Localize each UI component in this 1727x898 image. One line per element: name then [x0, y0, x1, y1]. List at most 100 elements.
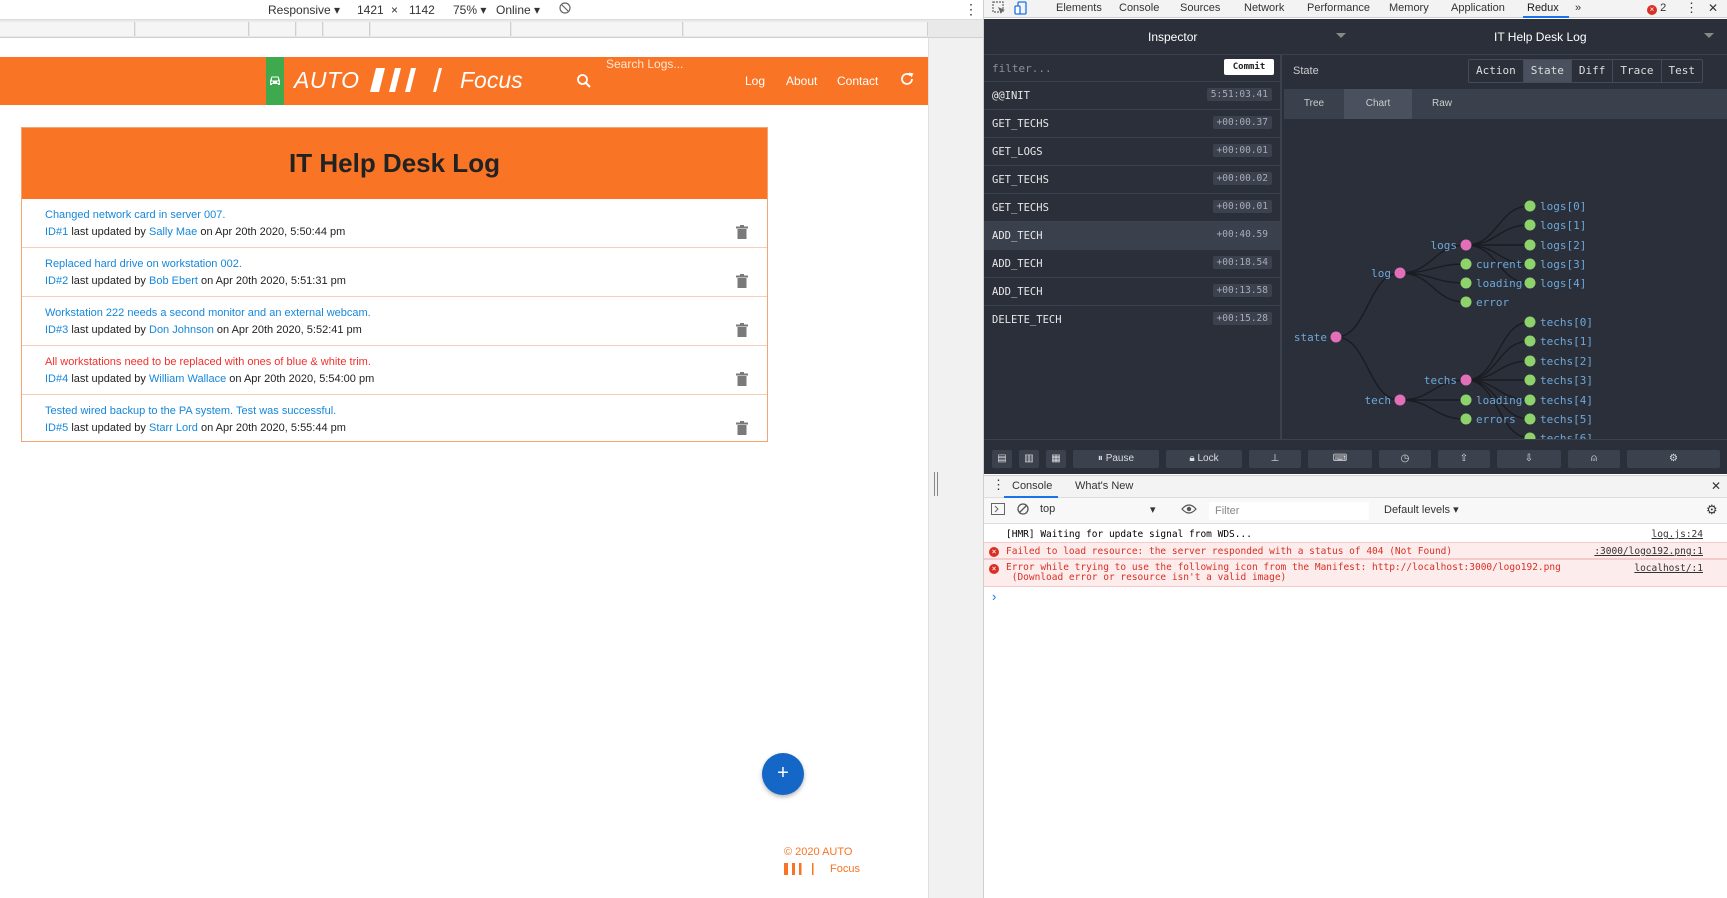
sidebar-toggle-icon[interactable]	[991, 503, 1005, 518]
trash-icon[interactable]	[736, 323, 748, 337]
drawer-tab-console[interactable]: Console	[1012, 480, 1052, 492]
log-child-node[interactable]	[1460, 296, 1472, 308]
tab-chart[interactable]: Chart	[1344, 89, 1412, 119]
throttle-select[interactable]: Online ▾	[496, 3, 540, 17]
remote-icon[interactable]: ⍝	[1568, 450, 1620, 468]
tab-trace[interactable]: Trace	[1613, 60, 1662, 82]
context-select[interactable]: top ▾	[1040, 503, 1156, 516]
device-select[interactable]: Responsive ▾	[268, 3, 340, 17]
techs-item-node[interactable]	[1524, 394, 1536, 406]
console-settings-icon[interactable]: ⚙	[1706, 502, 1718, 518]
rotate-icon[interactable]	[558, 1, 572, 18]
tech-child-node[interactable]	[1460, 374, 1472, 386]
logs-item-node[interactable]	[1524, 239, 1536, 251]
tab-memory[interactable]: Memory	[1389, 2, 1429, 14]
close-drawer-icon[interactable]: ✕	[1711, 479, 1721, 493]
action-item[interactable]: @@INIT 5:51:03.41	[984, 81, 1280, 109]
slider-icon[interactable]: ◷	[1379, 450, 1431, 468]
tab-console[interactable]: Console	[1119, 2, 1159, 14]
error-counter[interactable]: × 2	[1647, 2, 1666, 15]
height-field[interactable]: 1142	[409, 3, 435, 17]
techs-item-node[interactable]	[1524, 335, 1536, 347]
drawer-menu-icon[interactable]: ⋮	[992, 477, 1005, 493]
console-error-source[interactable]: localhost/:1	[1634, 563, 1703, 574]
zoom-select[interactable]: 75% ▾	[453, 3, 486, 17]
action-item[interactable]: ADD_TECH +00:40.59	[984, 221, 1280, 249]
logs-item-node[interactable]	[1524, 200, 1536, 212]
console-filter-input[interactable]	[1209, 502, 1369, 520]
trash-icon[interactable]	[736, 225, 748, 239]
action-filter-input[interactable]	[992, 60, 1202, 76]
dock-left-icon[interactable]: ▤	[992, 450, 1012, 468]
tab-sources[interactable]: Sources	[1180, 2, 1220, 14]
tab-state[interactable]: State	[1523, 60, 1572, 82]
logs-item-node[interactable]	[1524, 258, 1536, 270]
dispatcher-icon[interactable]: ⌨	[1308, 450, 1372, 468]
logs-item-node[interactable]	[1524, 219, 1536, 231]
tab-elements[interactable]: Elements	[1056, 2, 1102, 14]
techs-item-node[interactable]	[1524, 316, 1536, 328]
more-options-icon[interactable]: ⋮	[964, 1, 978, 18]
brand-auto-text[interactable]: AUTO	[294, 67, 359, 94]
tab-tree[interactable]: Tree	[1284, 89, 1344, 119]
trash-icon[interactable]	[736, 274, 748, 288]
search-icon[interactable]	[576, 73, 592, 89]
log-node[interactable]	[1394, 267, 1406, 279]
chevron-down-icon[interactable]	[1336, 33, 1346, 38]
action-item[interactable]: DELETE_TECH +00:15.28	[984, 305, 1280, 333]
log-child-node[interactable]	[1460, 277, 1472, 289]
tab-diff[interactable]: Diff	[1572, 60, 1614, 82]
tech-child-node[interactable]	[1460, 413, 1472, 425]
action-item[interactable]: GET_TECHS +00:00.02	[984, 165, 1280, 193]
inspect-element-icon[interactable]	[992, 1, 1006, 18]
console-error-source[interactable]: :3000/logo192.png:1	[1594, 546, 1703, 557]
brand-focus-text[interactable]: Focus	[460, 67, 523, 94]
log-child-node[interactable]	[1460, 258, 1472, 270]
tab-action[interactable]: Action	[1469, 60, 1524, 82]
action-item[interactable]: ADD_TECH +00:13.58	[984, 277, 1280, 305]
nav-link-contact[interactable]: Contact	[837, 74, 878, 88]
device-toggle-icon[interactable]	[1014, 1, 1028, 18]
chevron-down-icon[interactable]	[1704, 33, 1714, 38]
console-prompt[interactable]: ›	[992, 589, 996, 604]
nav-link-log[interactable]: Log	[745, 74, 765, 88]
logs-item-node[interactable]	[1524, 277, 1536, 289]
persist-icon[interactable]: ⊥	[1249, 450, 1301, 468]
dock-bottom-icon[interactable]: ▦	[1046, 450, 1066, 468]
action-item[interactable]: GET_TECHS +00:00.37	[984, 109, 1280, 137]
log-levels-select[interactable]: Default levels ▾	[1384, 503, 1459, 516]
drawer-tab-whats-new[interactable]: What's New	[1075, 480, 1133, 492]
state-root-node[interactable]	[1330, 331, 1342, 343]
tab-raw[interactable]: Raw	[1412, 89, 1472, 119]
console-message-source[interactable]: log.js:24	[1652, 529, 1703, 540]
search-logs-input[interactable]	[606, 57, 716, 71]
log-message-link[interactable]: Replaced hard drive on workstation 002.	[45, 258, 242, 270]
tab-performance[interactable]: Performance	[1307, 2, 1370, 14]
refresh-icon[interactable]	[899, 71, 915, 87]
trash-icon[interactable]	[736, 421, 748, 435]
action-item[interactable]: GET_TECHS +00:00.01	[984, 193, 1280, 221]
resize-handle[interactable]	[934, 472, 938, 496]
tab-network[interactable]: Network	[1244, 2, 1284, 14]
action-item[interactable]: ADD_TECH +00:18.54	[984, 249, 1280, 277]
nav-link-about[interactable]: About	[786, 74, 817, 88]
add-log-button[interactable]: +	[762, 753, 804, 795]
import-icon[interactable]: ⇩	[1497, 450, 1561, 468]
log-message-link[interactable]: All workstations need to be replaced wit…	[45, 356, 371, 368]
techs-item-node[interactable]	[1524, 355, 1536, 367]
export-icon[interactable]: ⇧	[1438, 450, 1490, 468]
live-expression-eye-icon[interactable]	[1181, 503, 1197, 518]
store-select[interactable]: IT Help Desk Log	[1494, 30, 1587, 44]
action-item[interactable]: GET_LOGS +00:00.01	[984, 137, 1280, 165]
more-tabs-icon[interactable]: »	[1575, 2, 1581, 14]
tech-child-node[interactable]	[1460, 394, 1472, 406]
settings-menu-icon[interactable]: ⋮	[1685, 0, 1698, 16]
trash-icon[interactable]	[736, 372, 748, 386]
tab-application[interactable]: Application	[1451, 2, 1505, 14]
tech-node[interactable]	[1394, 394, 1406, 406]
tab-test[interactable]: Test	[1662, 60, 1703, 82]
commit-button[interactable]: Commit	[1224, 59, 1274, 75]
clear-console-icon[interactable]	[1017, 503, 1029, 518]
settings-icon[interactable]: ⚙	[1627, 450, 1720, 468]
monitor-select[interactable]: Inspector	[1148, 30, 1197, 44]
